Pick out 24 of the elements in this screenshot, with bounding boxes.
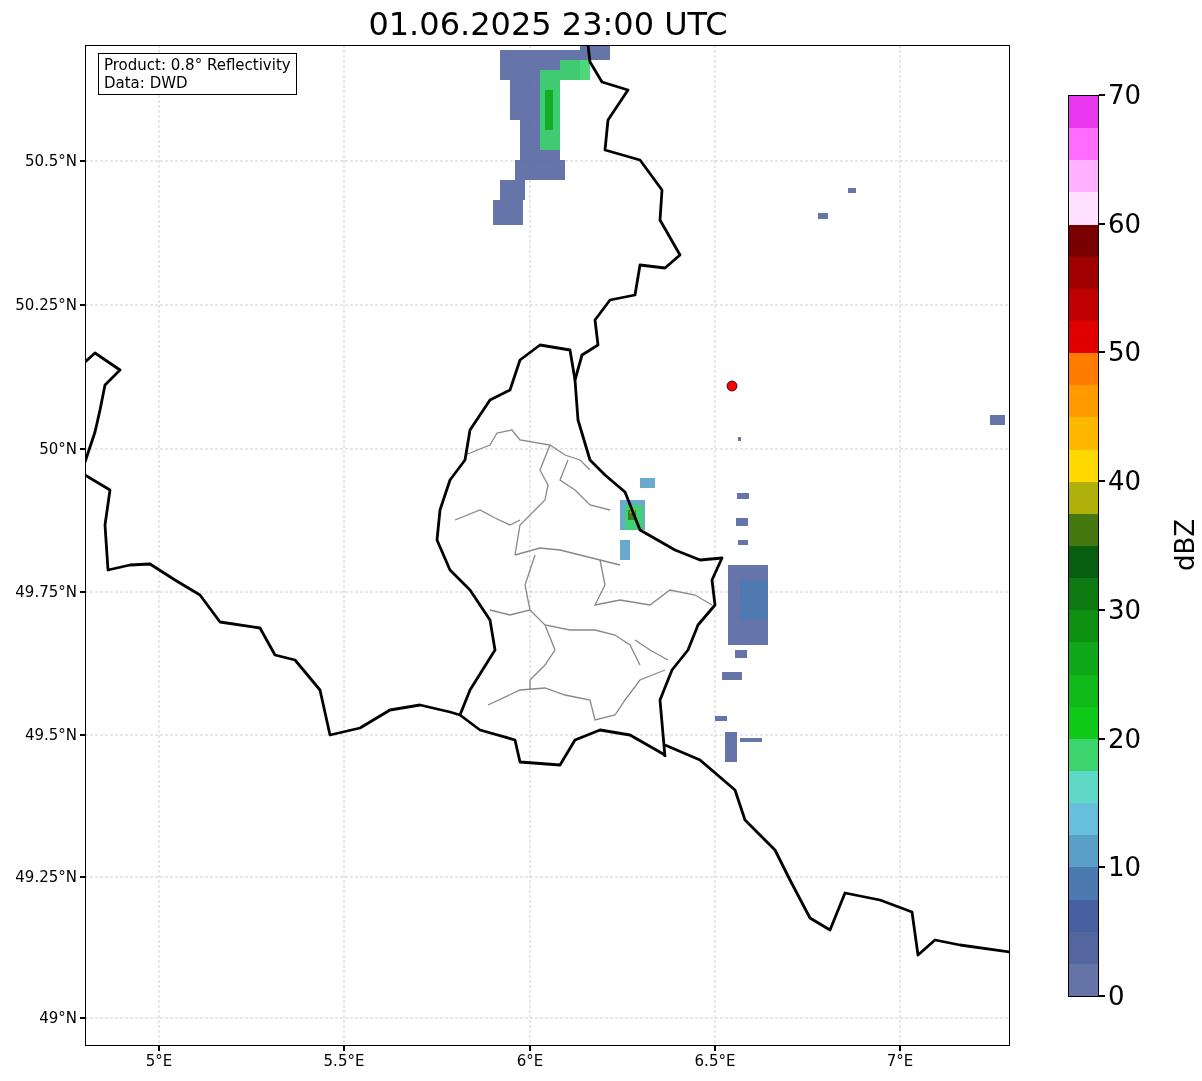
- x-axis-label: 7°E: [885, 1052, 915, 1070]
- colorbar-tick-label: 0: [1108, 981, 1125, 1011]
- colorbar-tick-label: 10: [1108, 852, 1142, 883]
- colorbar-tick-label: 70: [1108, 80, 1142, 110]
- y-axis-label: 49.75°N: [14, 583, 77, 601]
- colorbar-tick-label: 50: [1108, 337, 1142, 368]
- info-legend: Product: 0.8° Reflectivity Data: DWD: [98, 53, 297, 95]
- y-axis-label: 50.25°N: [14, 296, 77, 314]
- x-axis-label: 5°E: [144, 1052, 174, 1070]
- y-axis-label: 50°N: [38, 440, 77, 458]
- y-axis-label: 49.25°N: [14, 868, 77, 886]
- y-axis-label: 49°N: [38, 1009, 77, 1027]
- colorbar-label: dBZ: [1170, 517, 1200, 574]
- x-axis-label: 6.5°E: [693, 1052, 737, 1070]
- colorbar-tick-label: 40: [1108, 466, 1142, 497]
- colorbar-tick-label: 60: [1108, 208, 1142, 239]
- location-marker: [726, 380, 738, 392]
- y-axis-label: 50.5°N: [23, 152, 77, 170]
- chart-title: 01.06.2025 23:00 UTC: [367, 4, 729, 44]
- x-axis-label: 6°E: [515, 1052, 545, 1070]
- x-axis-label: 5.5°E: [322, 1052, 366, 1070]
- colorbar-tick-label: 20: [1108, 723, 1142, 754]
- y-axis-label: 49.5°N: [23, 726, 77, 744]
- colorbar-tick-label: 30: [1108, 594, 1142, 625]
